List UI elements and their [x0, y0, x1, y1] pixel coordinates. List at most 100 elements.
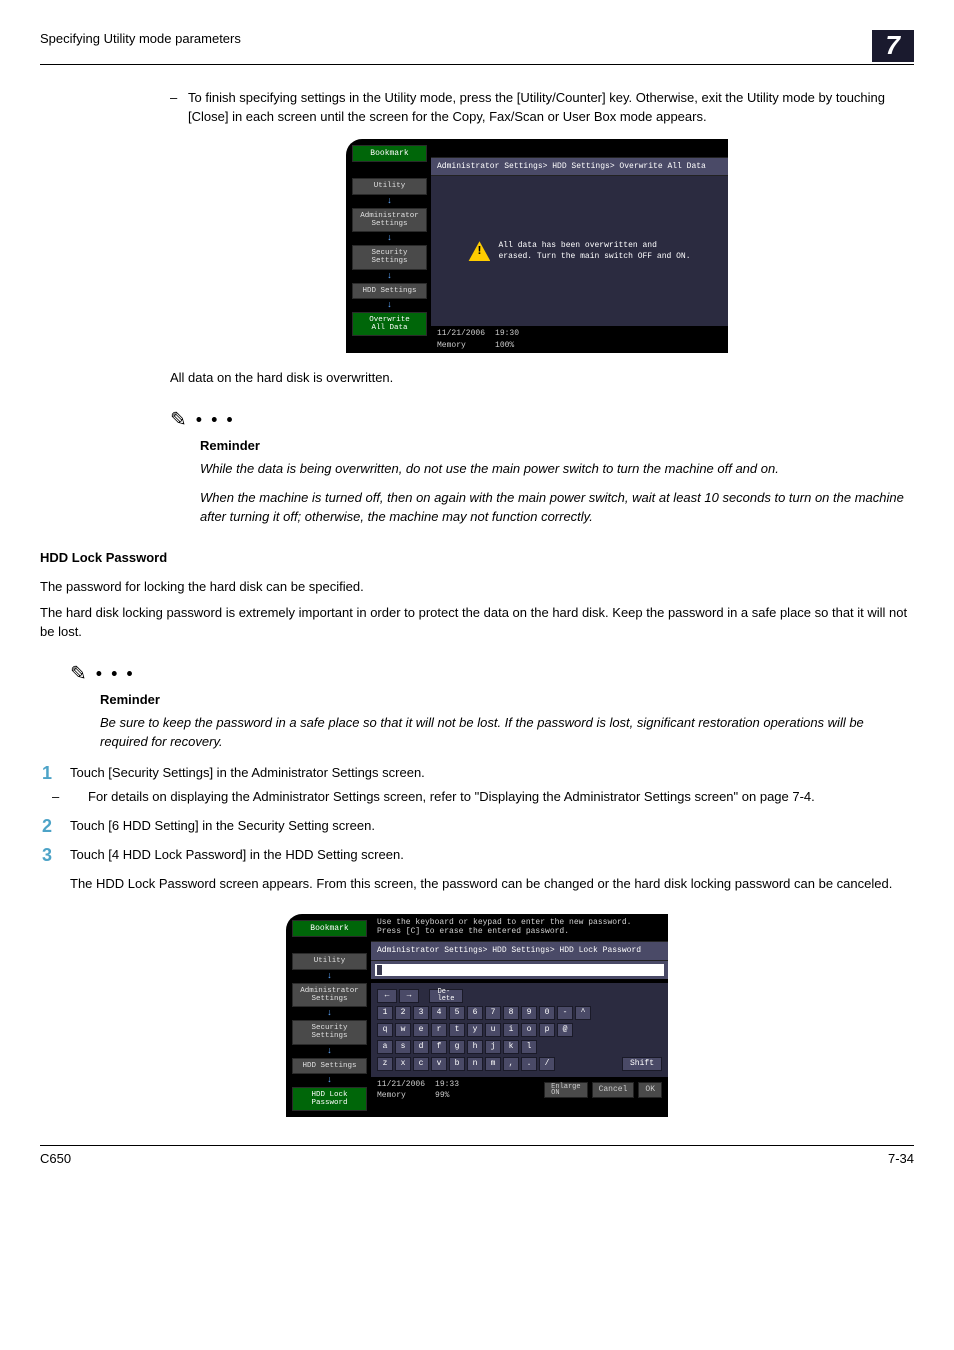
step-number-3: 3	[42, 846, 70, 864]
key-x[interactable]: x	[395, 1057, 411, 1071]
key-w[interactable]: w	[395, 1023, 411, 1037]
key-t[interactable]: t	[449, 1023, 465, 1037]
arrow-down-icon: ↓	[352, 197, 427, 206]
reminder-icon: ✎ • • •	[170, 406, 904, 435]
cancel-button[interactable]: Cancel	[592, 1082, 635, 1099]
crumb-step-lock-password[interactable]: HDD Lock Password	[292, 1087, 367, 1112]
arrow-down-icon: ↓	[352, 272, 427, 281]
key-m[interactable]: m	[485, 1057, 501, 1071]
key-v[interactable]: v	[431, 1057, 447, 1071]
key-l[interactable]: l	[521, 1040, 537, 1054]
key-d[interactable]: d	[413, 1040, 429, 1054]
arrow-left-key[interactable]: ←	[377, 989, 397, 1003]
key-7[interactable]: 7	[485, 1006, 501, 1020]
key-0[interactable]: 0	[539, 1006, 555, 1020]
key-n[interactable]: n	[467, 1057, 483, 1071]
reminder-title: Reminder	[200, 437, 904, 456]
breadcrumb: Administrator Settings> HDD Settings> HD…	[371, 941, 668, 961]
ok-button[interactable]: OK	[638, 1082, 662, 1099]
arrow-right-key[interactable]: →	[399, 989, 419, 1003]
page-header-title: Specifying Utility mode parameters	[40, 30, 241, 49]
delete-key[interactable]: De- lete	[429, 989, 463, 1003]
key-j[interactable]: j	[485, 1040, 501, 1054]
password-input[interactable]	[375, 964, 664, 976]
reminder-title: Reminder	[100, 691, 904, 710]
key-2[interactable]: 2	[395, 1006, 411, 1020]
reminder-text: While the data is being overwritten, do …	[200, 460, 904, 479]
key-k[interactable]: k	[503, 1040, 519, 1054]
key-i[interactable]: i	[503, 1023, 519, 1037]
reminder-text: When the machine is turned off, then on …	[200, 489, 904, 527]
status-time: 19:30	[495, 329, 519, 338]
chapter-number: 7	[872, 30, 914, 62]
key-b[interactable]: b	[449, 1057, 465, 1071]
key-g[interactable]: g	[449, 1040, 465, 1054]
bookmark-button[interactable]: Bookmark	[292, 920, 367, 938]
status-memory-value: 99%	[435, 1091, 449, 1100]
overwrite-message: All data has been overwritten and erased…	[498, 240, 690, 263]
crumb-step-utility[interactable]: Utility	[292, 953, 367, 969]
crumb-step-admin[interactable]: Administrator Settings	[292, 983, 367, 1008]
arrow-down-icon: ↓	[352, 234, 427, 243]
enlarge-button[interactable]: Enlarge ON	[544, 1082, 587, 1099]
step-3-text: Touch [4 HDD Lock Password] in the HDD S…	[70, 847, 404, 862]
status-memory-value: 100%	[495, 341, 514, 350]
crumb-step-admin[interactable]: Administrator Settings	[352, 208, 427, 233]
screenshot-hdd-lock-password: Bookmark Utility ↓ Administrator Setting…	[286, 914, 668, 1118]
key-o[interactable]: o	[521, 1023, 537, 1037]
bookmark-button[interactable]: Bookmark	[352, 145, 427, 163]
status-date: 11/21/2006	[377, 1080, 425, 1089]
key--[interactable]: -	[557, 1006, 573, 1020]
key-1[interactable]: 1	[377, 1006, 393, 1020]
crumb-step-utility[interactable]: Utility	[352, 178, 427, 194]
key-8[interactable]: 8	[503, 1006, 519, 1020]
key-s[interactable]: s	[395, 1040, 411, 1054]
warning-icon: !	[468, 241, 490, 261]
key-6[interactable]: 6	[467, 1006, 483, 1020]
key-@[interactable]: @	[557, 1023, 573, 1037]
crumb-step-overwrite[interactable]: Overwrite All Data	[352, 312, 427, 337]
key-c[interactable]: c	[413, 1057, 429, 1071]
crumb-step-hdd[interactable]: HDD Settings	[352, 283, 427, 299]
key-,[interactable]: ,	[503, 1057, 519, 1071]
key-q[interactable]: q	[377, 1023, 393, 1037]
key-3[interactable]: 3	[413, 1006, 429, 1020]
footer-model: C650	[40, 1150, 71, 1169]
arrow-down-icon: ↓	[352, 301, 427, 310]
key-z[interactable]: z	[377, 1057, 393, 1071]
instruction-text: Use the keyboard or keypad to enter the …	[371, 914, 668, 941]
status-time: 19:33	[435, 1080, 459, 1089]
step-number-2: 2	[42, 817, 70, 835]
key-f[interactable]: f	[431, 1040, 447, 1054]
hdd-lock-p1: The password for locking the hard disk c…	[40, 578, 914, 597]
status-memory-label: Memory	[437, 341, 466, 350]
crumb-step-security[interactable]: Security Settings	[352, 245, 427, 270]
key-h[interactable]: h	[467, 1040, 483, 1054]
shift-key[interactable]: Shift	[622, 1057, 662, 1071]
key-r[interactable]: r	[431, 1023, 447, 1037]
key-p[interactable]: p	[539, 1023, 555, 1037]
key-y[interactable]: y	[467, 1023, 483, 1037]
reminder-text: Be sure to keep the password in a safe p…	[100, 714, 904, 752]
key-^[interactable]: ^	[575, 1006, 591, 1020]
screenshot-overwrite-complete: Bookmark Utility ↓ Administrator Setting…	[346, 139, 728, 354]
step-2-text: Touch [6 HDD Setting] in the Security Se…	[70, 818, 375, 833]
status-date: 11/21/2006	[437, 329, 485, 338]
key-a[interactable]: a	[377, 1040, 393, 1054]
key-/[interactable]: /	[539, 1057, 555, 1071]
intro-bullet-text: To finish specifying settings in the Uti…	[188, 90, 885, 124]
step-1-text: Touch [Security Settings] in the Adminis…	[70, 765, 425, 780]
crumb-step-hdd[interactable]: HDD Settings	[292, 1058, 367, 1074]
key-4[interactable]: 4	[431, 1006, 447, 1020]
reminder-icon: ✎ • • •	[70, 660, 904, 689]
step-3-after: The HDD Lock Password screen appears. Fr…	[70, 875, 904, 894]
hdd-lock-heading: HDD Lock Password	[40, 549, 914, 568]
crumb-step-security[interactable]: Security Settings	[292, 1020, 367, 1045]
key-u[interactable]: u	[485, 1023, 501, 1037]
key-e[interactable]: e	[413, 1023, 429, 1037]
key-9[interactable]: 9	[521, 1006, 537, 1020]
step-1-sub: For details on displaying the Administra…	[88, 789, 815, 804]
key-5[interactable]: 5	[449, 1006, 465, 1020]
hdd-lock-p2: The hard disk locking password is extrem…	[40, 604, 914, 642]
key-.[interactable]: .	[521, 1057, 537, 1071]
